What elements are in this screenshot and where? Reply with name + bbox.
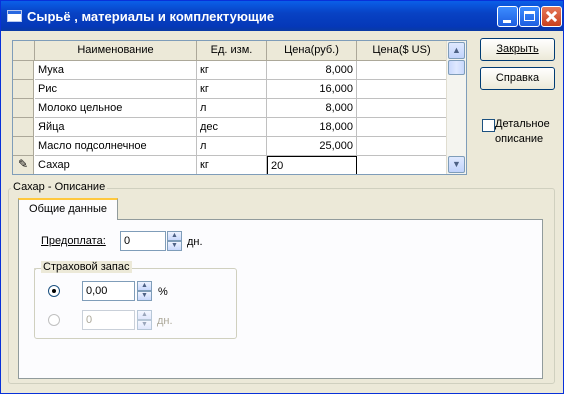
- cell-name[interactable]: Рис: [35, 80, 197, 99]
- stock-percent-unit: %: [158, 286, 168, 298]
- cell-price-rub[interactable]: 8,000: [267, 99, 357, 118]
- cell-price-rub[interactable]: 16,000: [267, 80, 357, 99]
- window-title: Сырьё , материалы и комплектующие: [27, 9, 275, 24]
- stock-percent-stepper[interactable]: ▲ ▼: [137, 281, 152, 301]
- cell-unit[interactable]: л: [197, 137, 267, 156]
- tab-general-data[interactable]: Общие данные: [18, 198, 118, 220]
- safety-stock-title: Страховой запас: [41, 261, 132, 273]
- row-indicator-edit[interactable]: ✎: [13, 156, 34, 174]
- stock-days-unit: дн.: [157, 315, 173, 327]
- stock-days-radio[interactable]: [48, 314, 60, 326]
- window: Сырьё , материалы и комплектующие Наимен…: [0, 0, 564, 394]
- prepayment-input[interactable]: 0: [120, 231, 166, 251]
- cell-name[interactable]: Мука: [35, 61, 197, 80]
- stock-days-stepper[interactable]: ▲ ▼: [137, 310, 152, 330]
- help-button[interactable]: Справка: [480, 67, 555, 90]
- stepper-up-icon[interactable]: ▲: [137, 310, 152, 320]
- cell-name[interactable]: Молоко цельное: [35, 99, 197, 118]
- cell-unit[interactable]: л: [197, 99, 267, 118]
- cell-name[interactable]: Масло подсолнечное: [35, 137, 197, 156]
- close-button[interactable]: Закрыть: [480, 38, 555, 61]
- cell-name[interactable]: Сахар: [35, 156, 197, 174]
- row-indicator[interactable]: [13, 61, 34, 80]
- cell-price-usd[interactable]: [357, 61, 447, 80]
- cell-price-usd[interactable]: [357, 80, 447, 99]
- maximize-button[interactable]: [519, 6, 540, 27]
- cell-price-usd[interactable]: [357, 118, 447, 137]
- detailed-description-checkbox[interactable]: [482, 119, 495, 132]
- stepper-down-icon[interactable]: ▼: [137, 291, 152, 301]
- cell-price-rub[interactable]: 18,000: [267, 118, 357, 137]
- cell-unit[interactable]: дес: [197, 118, 267, 137]
- stepper-down-icon[interactable]: ▼: [137, 320, 152, 330]
- cell-unit[interactable]: кг: [197, 80, 267, 99]
- help-button-label: Справка: [495, 72, 540, 84]
- scroll-down-icon[interactable]: ▼: [448, 156, 465, 173]
- column-header-name[interactable]: Наименование: [35, 41, 197, 61]
- table-row[interactable]: Масло подсолнечное л 25,000: [13, 137, 447, 156]
- table-row[interactable]: Яйца дес 18,000: [13, 118, 447, 137]
- table-row[interactable]: Мука кг 8,000: [13, 61, 447, 80]
- grid-corner-header: [13, 41, 35, 61]
- table-row[interactable]: Рис кг 16,000: [13, 80, 447, 99]
- scroll-up-icon[interactable]: ▲: [448, 42, 465, 59]
- close-button-label: Закрыть: [496, 43, 539, 55]
- table-row-editing[interactable]: ✎ Сахар кг 20: [13, 156, 447, 174]
- row-indicator[interactable]: [13, 80, 34, 99]
- row-indicator[interactable]: [13, 99, 34, 118]
- close-window-button[interactable]: [541, 6, 562, 27]
- grid-vertical-scrollbar[interactable]: ▲ ▼: [446, 41, 466, 174]
- row-indicator[interactable]: [13, 137, 34, 156]
- cell-price-usd[interactable]: [357, 156, 447, 174]
- tab-general-data-label: Общие данные: [29, 203, 107, 215]
- title-bar[interactable]: Сырьё , материалы и комплектующие: [1, 1, 563, 31]
- cell-price-rub[interactable]: 25,000: [267, 137, 357, 156]
- safety-stock-group: [34, 268, 237, 339]
- cell-price-rub-editor[interactable]: 20: [267, 156, 357, 174]
- stock-days-input[interactable]: 0: [82, 310, 135, 330]
- table-row[interactable]: Молоко цельное л 8,000: [13, 99, 447, 118]
- scroll-thumb[interactable]: [448, 60, 465, 75]
- pencil-icon: ✎: [18, 157, 29, 171]
- stepper-up-icon[interactable]: ▲: [137, 281, 152, 291]
- cell-price-usd[interactable]: [357, 99, 447, 118]
- prepayment-stepper[interactable]: ▲ ▼: [167, 231, 182, 251]
- description-group-title: Сахар - Описание: [11, 181, 108, 193]
- prepayment-unit: дн.: [187, 236, 203, 248]
- cell-unit[interactable]: кг: [197, 61, 267, 80]
- stepper-up-icon[interactable]: ▲: [167, 231, 182, 241]
- stepper-down-icon[interactable]: ▼: [167, 241, 182, 251]
- cell-price-rub[interactable]: 8,000: [267, 61, 357, 80]
- cell-price-usd[interactable]: [357, 137, 447, 156]
- materials-grid: Наименование Ед. изм. Цена(руб.) Цена($ …: [12, 40, 467, 175]
- cell-name[interactable]: Яйца: [35, 118, 197, 137]
- stock-percent-radio[interactable]: [48, 285, 60, 297]
- column-header-unit[interactable]: Ед. изм.: [197, 41, 267, 61]
- prepayment-label: Предоплата:: [41, 235, 106, 247]
- column-header-price-rub[interactable]: Цена(руб.): [267, 41, 357, 61]
- row-indicator[interactable]: [13, 118, 34, 137]
- minimize-button[interactable]: [497, 6, 518, 27]
- cell-unit[interactable]: кг: [197, 156, 267, 174]
- window-icon: [7, 10, 22, 22]
- stock-percent-input[interactable]: 0,00: [82, 281, 135, 301]
- column-header-price-usd[interactable]: Цена($ US): [357, 41, 447, 61]
- detailed-description-label[interactable]: Детальное описание: [495, 117, 555, 147]
